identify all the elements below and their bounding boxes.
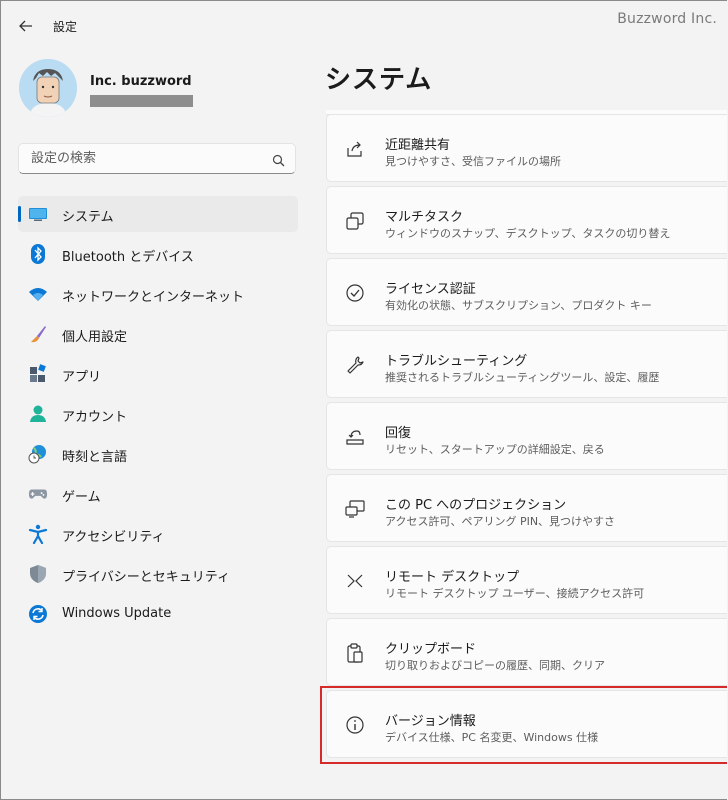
sidebar-item-label: Bluetooth とデバイス: [62, 250, 194, 265]
card-subtitle: リモート デスクトップ ユーザー、接続アクセス許可: [385, 587, 645, 600]
card-title: この PC へのプロジェクション: [385, 498, 567, 513]
card-subtitle: 見つけやすさ、受信ファイルの場所: [385, 155, 561, 168]
card-title: 近距離共有: [385, 138, 451, 153]
sidebar-item-bluetooth[interactable]: Bluetooth とデバイス: [18, 236, 298, 272]
card-subtitle: リセット、スタートアップの詳細設定、戻る: [385, 443, 605, 456]
sidebar-item-label: アクセシビリティ: [62, 530, 165, 545]
search-box[interactable]: [18, 143, 296, 174]
recovery-icon: [344, 426, 366, 448]
sidebar-item-label: プライバシーとセキュリティ: [62, 570, 230, 585]
sidebar-item-accessibility[interactable]: アクセシビリティ: [18, 516, 298, 552]
sidebar-item-label: アプリ: [62, 370, 102, 385]
watermark: Buzzword Inc.: [617, 11, 717, 27]
card-troubleshoot[interactable]: トラブルシューティング 推奨されるトラブルシューティングツール、設定、履歴: [326, 330, 727, 398]
card-title: リモート デスクトップ: [385, 570, 520, 585]
wrench-icon: [344, 354, 366, 376]
back-arrow-icon: [19, 20, 32, 32]
sidebar-item-time-language[interactable]: 時刻と言語: [18, 436, 298, 472]
card-recovery[interactable]: 回復 リセット、スタートアップの詳細設定、戻る: [326, 402, 727, 470]
sidebar-item-network[interactable]: ネットワークとインターネット: [18, 276, 298, 312]
sidebar-item-accounts[interactable]: アカウント: [18, 396, 298, 432]
shield-icon: [28, 564, 48, 584]
search-input[interactable]: [29, 150, 263, 167]
page-title: システム: [325, 65, 433, 95]
card-nearby-sharing[interactable]: 近距離共有 見つけやすさ、受信ファイルの場所: [326, 114, 727, 182]
user-email-redacted: [90, 95, 193, 107]
card-title: クリップボード: [385, 642, 477, 657]
sidebar-item-gaming[interactable]: ゲーム: [18, 476, 298, 512]
card-subtitle: ウィンドウのスナップ、デスクトップ、タスクの切り替え: [385, 227, 671, 240]
account-icon: [28, 404, 48, 424]
settings-card-list: 近距離共有 見つけやすさ、受信ファイルの場所 マルチタスク ウィンドウのスナップ…: [326, 114, 727, 762]
card-title: ライセンス認証: [385, 282, 476, 297]
sidebar-item-label: ネットワークとインターネット: [62, 290, 245, 305]
avatar[interactable]: [19, 59, 77, 117]
wifi-icon: [28, 284, 48, 304]
back-button[interactable]: [15, 15, 37, 37]
bluetooth-icon: [28, 244, 48, 264]
user-name: Inc. buzzword: [90, 74, 192, 89]
multitask-icon: [344, 210, 366, 232]
card-title: マルチタスク: [385, 210, 464, 225]
sidebar-item-personalization[interactable]: 個人用設定: [18, 316, 298, 352]
apps-icon: [28, 364, 48, 384]
card-remote-desktop[interactable]: リモート デスクトップ リモート デスクトップ ユーザー、接続アクセス許可: [326, 546, 727, 614]
card-title: トラブルシューティング: [385, 354, 528, 369]
share-icon: [344, 138, 366, 160]
sidebar-item-label: システム: [62, 210, 114, 225]
card-subtitle: 切り取りおよびコピーの履歴、同期、クリア: [385, 659, 605, 672]
brush-icon: [28, 324, 48, 344]
gamepad-icon: [28, 484, 48, 504]
card-title: 回復: [385, 426, 412, 441]
sidebar-nav: システム Bluetooth とデバイス ネットワークとインターネット 個人用設…: [18, 196, 298, 636]
sidebar-item-system[interactable]: システム: [18, 196, 298, 232]
sidebar-item-label: Windows Update: [62, 606, 172, 621]
avatar-illustration-icon: [19, 59, 77, 117]
sidebar-item-label: ゲーム: [62, 490, 101, 505]
card-subtitle: 推奨されるトラブルシューティングツール、設定、履歴: [385, 371, 660, 384]
search-icon[interactable]: [272, 152, 285, 171]
card-subtitle: アクセス許可、ペアリング PIN、見つけやすさ: [385, 515, 616, 528]
card-activation[interactable]: ライセンス認証 有効化の状態、サブスクリプション、プロダクト キー: [326, 258, 727, 326]
sidebar-item-windows-update[interactable]: Windows Update: [18, 596, 298, 632]
accessibility-icon: [28, 524, 48, 544]
clipboard-icon: [344, 642, 366, 664]
sidebar-item-label: 時刻と言語: [62, 450, 128, 465]
active-indicator: [18, 206, 21, 222]
check-circle-icon: [344, 282, 366, 304]
system-icon: [28, 204, 48, 224]
sidebar-item-label: 個人用設定: [62, 330, 128, 345]
card-multitasking[interactable]: マルチタスク ウィンドウのスナップ、デスクトップ、タスクの切り替え: [326, 186, 727, 254]
settings-window: 設定 Buzzword Inc. Inc. buzzword システム Blue…: [0, 0, 727, 800]
remote-desktop-icon: [344, 570, 366, 592]
update-icon: [28, 604, 48, 624]
sidebar-item-label: アカウント: [62, 410, 128, 425]
highlight-box: [320, 686, 727, 764]
sidebar-item-apps[interactable]: アプリ: [18, 356, 298, 392]
sidebar-item-privacy[interactable]: プライバシーとセキュリティ: [18, 556, 298, 592]
projection-icon: [344, 498, 366, 520]
app-title: 設定: [53, 20, 78, 34]
card-subtitle: 有効化の状態、サブスクリプション、プロダクト キー: [385, 299, 652, 312]
card-projection[interactable]: この PC へのプロジェクション アクセス許可、ペアリング PIN、見つけやすさ: [326, 474, 727, 542]
globe-clock-icon: [28, 444, 48, 464]
card-clipboard[interactable]: クリップボード 切り取りおよびコピーの履歴、同期、クリア: [326, 618, 727, 686]
